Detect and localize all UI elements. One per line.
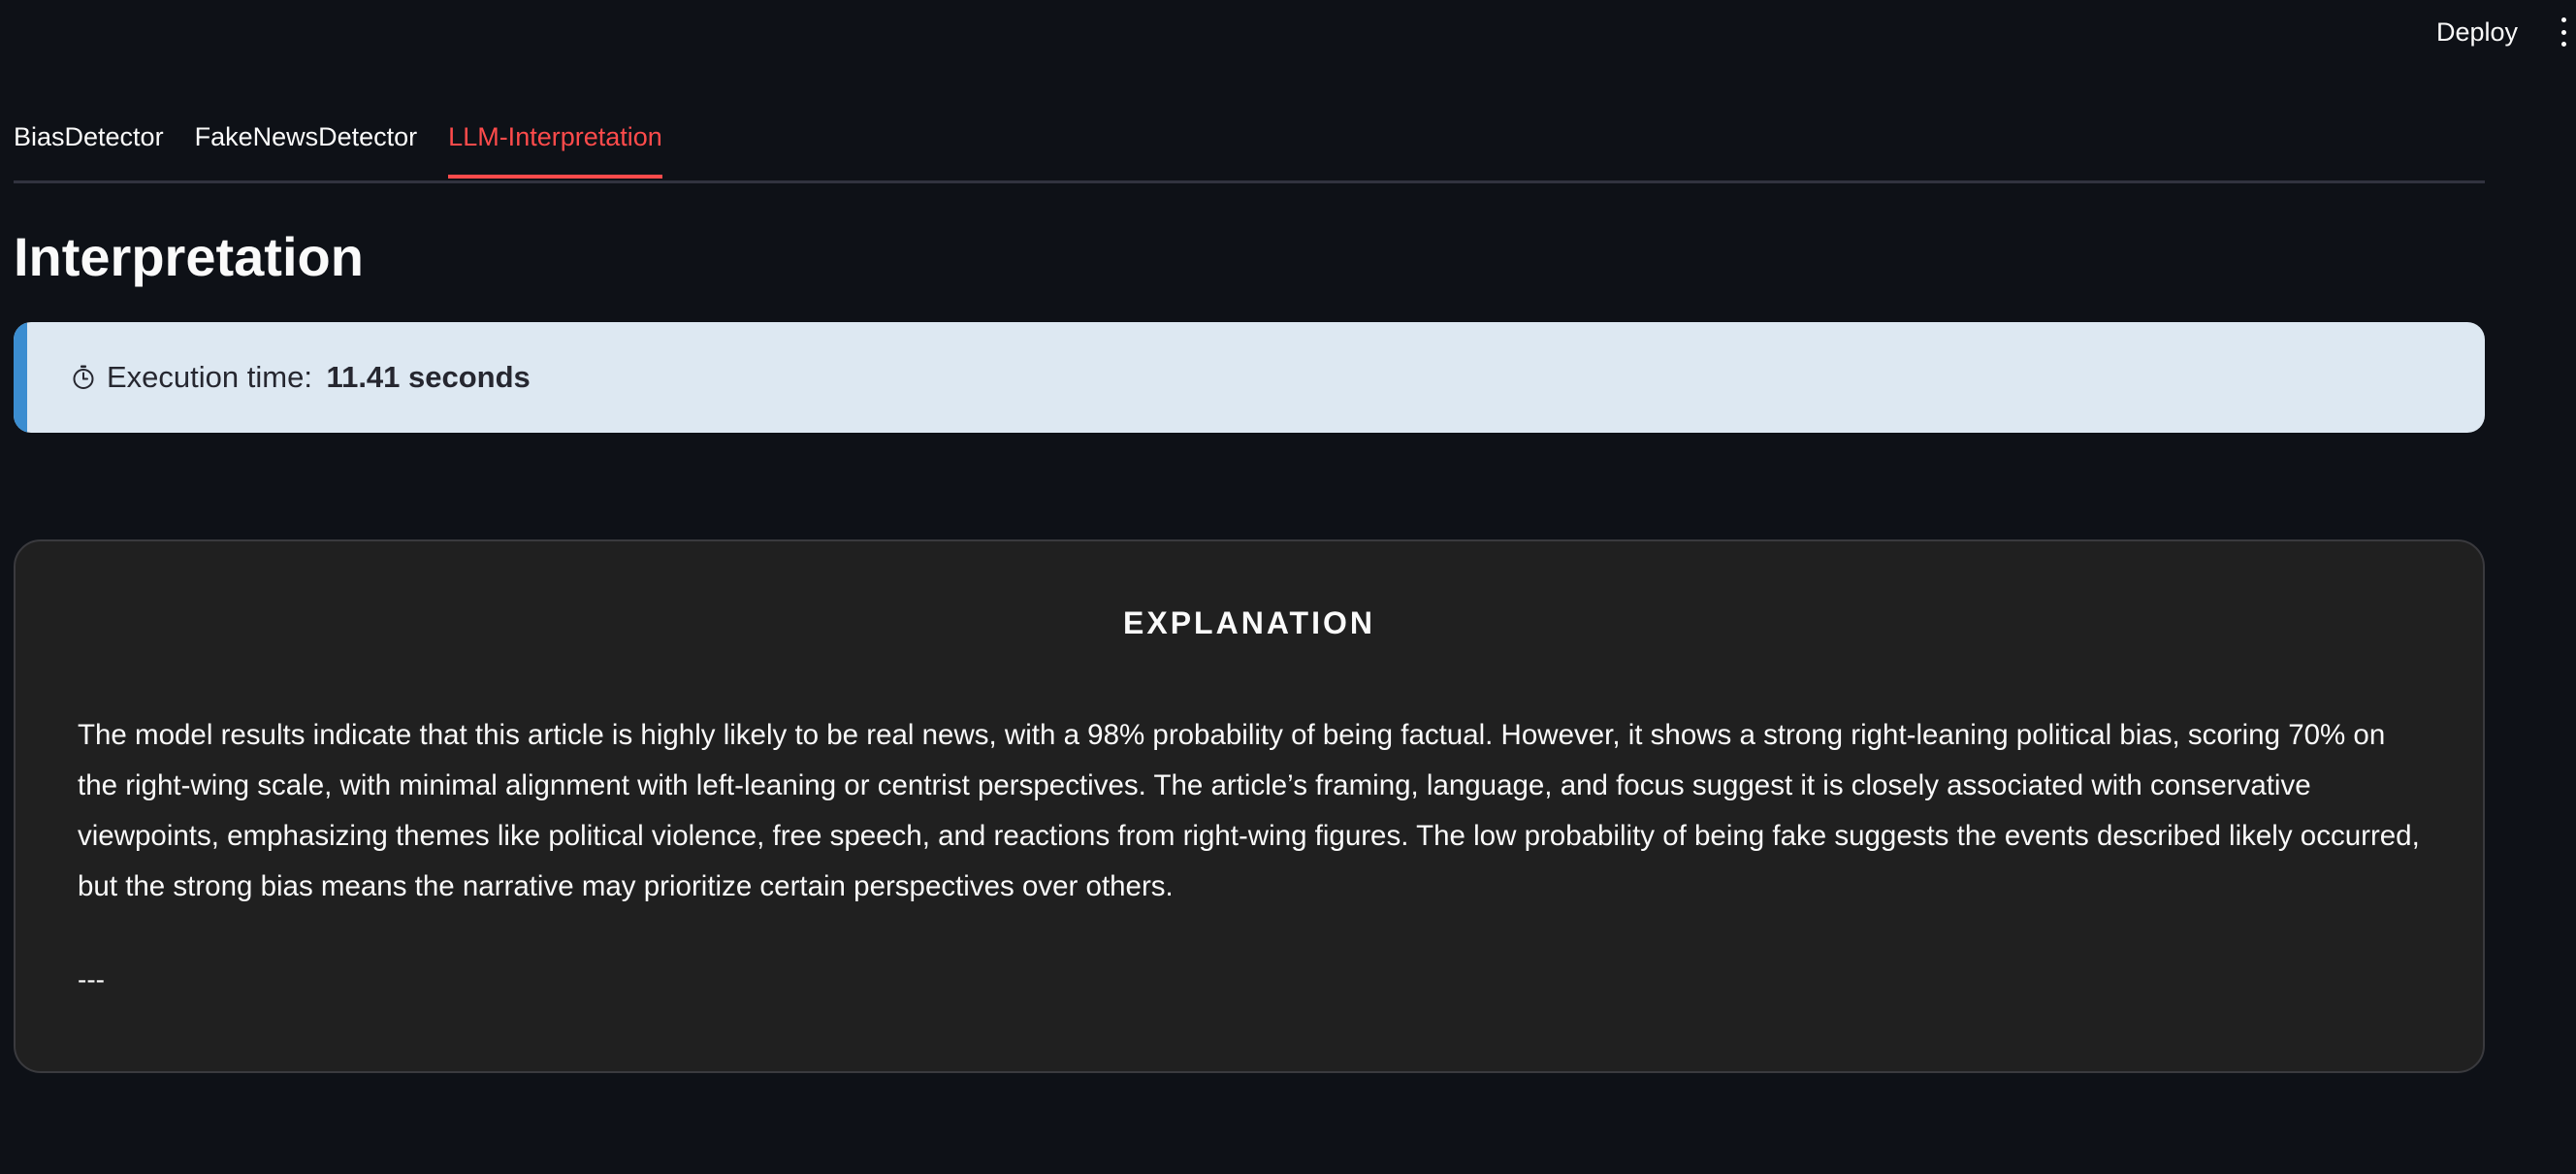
deploy-button[interactable]: Deploy	[2425, 14, 2529, 51]
app-page: Deploy BiasDetector FakeNewsDetector LLM…	[0, 0, 2576, 1174]
explanation-card: EXPLANATION The model results indicate t…	[14, 539, 2485, 1073]
execution-time-value: 11.41 seconds	[326, 360, 531, 394]
tab-bias-detector[interactable]: BiasDetector	[14, 114, 164, 176]
alert-content: Execution time: 11.41 seconds	[72, 360, 531, 395]
kebab-menu-icon[interactable]	[2559, 17, 2568, 47]
menu-dot	[2560, 29, 2566, 35]
tab-fake-news-detector[interactable]: FakeNewsDetector	[195, 114, 418, 176]
page-title: Interpretation	[14, 226, 364, 287]
tab-llm-interpretation[interactable]: LLM-Interpretation	[448, 114, 662, 179]
execution-time-label: Execution time:	[107, 360, 321, 394]
menu-dot	[2560, 42, 2566, 47]
explanation-text: The model results indicate that this art…	[78, 719, 2420, 902]
menu-dot	[2560, 17, 2566, 22]
explanation-heading: EXPLANATION	[1123, 605, 1375, 640]
tab-bar: BiasDetector FakeNewsDetector LLM-Interp…	[14, 114, 2485, 183]
stopwatch-icon	[73, 365, 94, 389]
execution-time-alert: Execution time: 11.41 seconds	[14, 322, 2485, 433]
alert-accent-bar	[14, 322, 27, 433]
explanation-separator: ---	[78, 964, 105, 995]
